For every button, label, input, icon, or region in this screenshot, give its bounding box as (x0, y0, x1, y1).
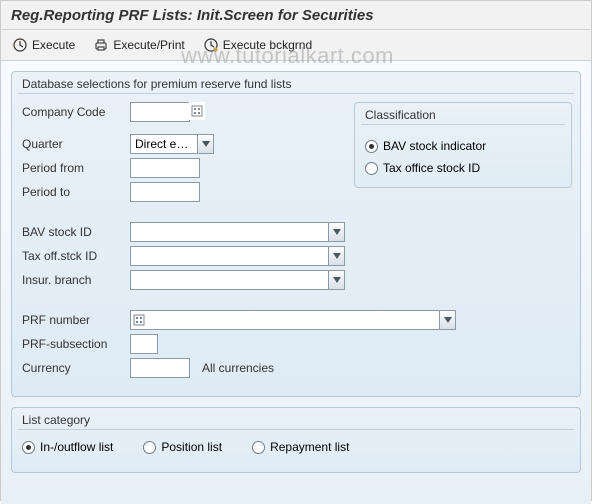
insur-branch-label: Insur. branch (22, 273, 130, 287)
insur-branch-select[interactable] (130, 270, 345, 290)
toolbar: Execute Execute/Print Execute bckgrnd (1, 30, 591, 61)
radio-label: Repayment list (270, 440, 349, 454)
print-icon (93, 37, 109, 53)
list-category-panel: List category In-/outflow list Position … (11, 407, 581, 473)
db-selections-title: Database selections for premium reserve … (12, 72, 580, 93)
execute-bg-button[interactable]: Execute bckgrnd (196, 34, 319, 56)
period-to-label: Period to (22, 185, 130, 199)
page-title: Reg.Reporting PRF Lists: Init.Screen for… (11, 7, 374, 24)
prf-number-select[interactable] (130, 310, 456, 330)
period-from-label: Period from (22, 161, 130, 175)
bav-stock-id-select[interactable] (130, 222, 345, 242)
radio-in-outflow-list[interactable]: In-/outflow list (22, 440, 113, 454)
radio-position-list[interactable]: Position list (143, 440, 222, 454)
chevron-down-icon (439, 311, 455, 329)
divider (18, 93, 574, 94)
db-selections-panel: Database selections for premium reserve … (11, 71, 581, 397)
content-area: Database selections for premium reserve … (1, 61, 591, 504)
chevron-down-icon (197, 135, 213, 153)
prf-number-label: PRF number (22, 313, 130, 327)
radio-label: Tax office stock ID (383, 161, 480, 175)
chevron-down-icon (328, 223, 344, 241)
classification-group: Classification BAV stock indicator Tax o… (354, 102, 572, 188)
radio-icon (252, 441, 265, 454)
radio-icon (365, 140, 378, 153)
quarter-value: Direct en… (131, 137, 197, 151)
company-code-input[interactable] (130, 102, 190, 122)
value-help-icon[interactable] (131, 311, 147, 329)
radio-label: BAV stock indicator (383, 139, 486, 153)
prf-subsection-label: PRF-subsection (22, 337, 130, 351)
all-currencies-text: All currencies (202, 361, 274, 375)
execute-bg-label: Execute bckgrnd (223, 38, 312, 52)
execute-print-button[interactable]: Execute/Print (86, 34, 191, 56)
radio-icon (143, 441, 156, 454)
classification-title: Classification (355, 103, 571, 124)
radio-label: In-/outflow list (40, 440, 113, 454)
bav-stock-id-label: BAV stock ID (22, 225, 130, 239)
chevron-down-icon (328, 247, 344, 265)
titlebar: Reg.Reporting PRF Lists: Init.Screen for… (1, 1, 591, 30)
radio-label: Position list (161, 440, 222, 454)
radio-tax-office-stock-id[interactable]: Tax office stock ID (365, 157, 561, 179)
divider (18, 429, 574, 430)
period-to-input[interactable] (130, 182, 200, 202)
execute-label: Execute (32, 38, 75, 52)
divider (361, 124, 565, 125)
radio-bav-stock-indicator[interactable]: BAV stock indicator (365, 135, 561, 157)
quarter-label: Quarter (22, 137, 130, 151)
period-from-input[interactable] (130, 158, 200, 178)
execute-button[interactable]: Execute (5, 34, 82, 56)
clock-execute-icon (12, 37, 28, 53)
tax-off-stck-id-select[interactable] (130, 246, 345, 266)
list-category-title: List category (12, 408, 580, 429)
company-code-label: Company Code (22, 105, 130, 119)
currency-label: Currency (22, 361, 130, 375)
tax-off-stck-id-label: Tax off.stck ID (22, 249, 130, 263)
clock-bg-icon (203, 37, 219, 53)
radio-repayment-list[interactable]: Repayment list (252, 440, 349, 454)
radio-icon (365, 162, 378, 175)
prf-subsection-input[interactable] (130, 334, 158, 354)
chevron-down-icon (328, 271, 344, 289)
execute-print-label: Execute/Print (113, 38, 184, 52)
value-help-icon[interactable] (189, 102, 205, 120)
currency-input[interactable] (130, 358, 190, 378)
quarter-select[interactable]: Direct en… (130, 134, 214, 154)
radio-icon (22, 441, 35, 454)
